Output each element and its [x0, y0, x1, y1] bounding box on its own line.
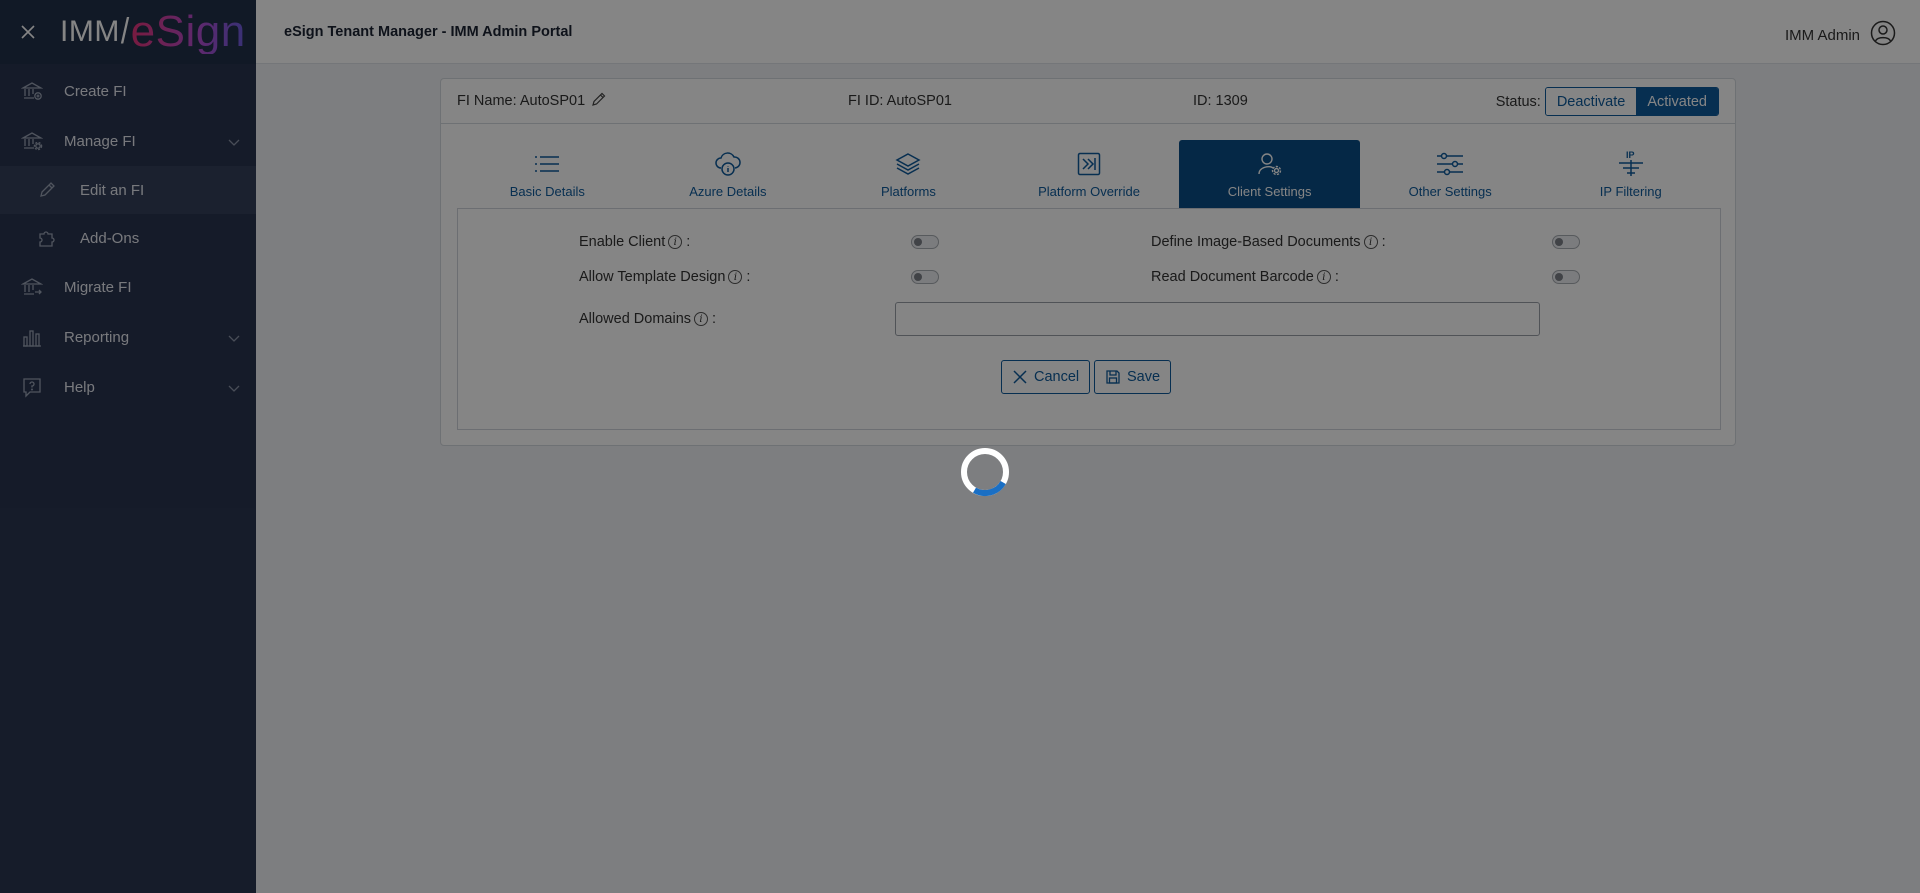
- loading-spinner-icon: [961, 448, 1009, 497]
